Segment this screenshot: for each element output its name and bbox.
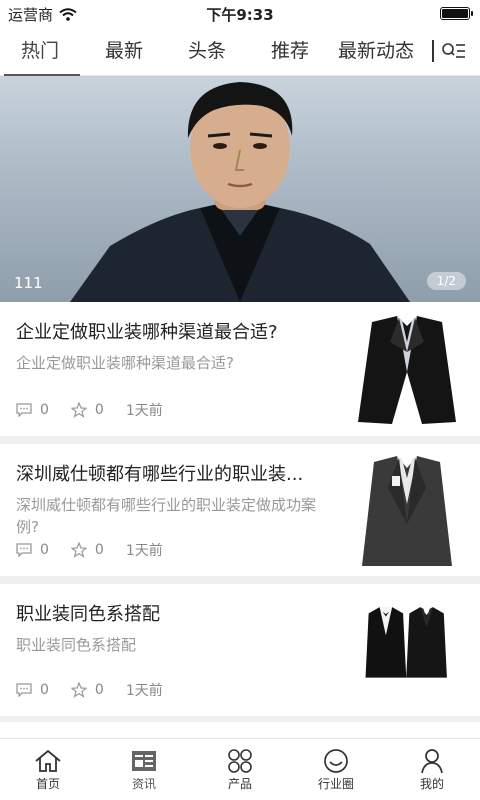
list-divider — [0, 436, 480, 444]
favorite-count: 0 — [70, 402, 104, 418]
list-divider — [0, 716, 480, 722]
article-meta: 0 0 1天前 — [16, 680, 163, 700]
smile-icon — [321, 747, 351, 775]
article-time: 1天前 — [125, 403, 163, 419]
nav-products[interactable]: 产品 — [192, 739, 288, 800]
favorite-count: 0 — [70, 682, 104, 698]
article-title: 企业定做职业装哪种渠道最合适? — [16, 322, 278, 343]
nav-industry-circle[interactable]: 行业圈 — [288, 739, 384, 800]
banner-photo — [70, 82, 410, 302]
article-meta: 0 0 1天前 — [16, 400, 163, 420]
battery-icon — [440, 7, 473, 20]
tab-latest-news[interactable]: 最新动态 — [334, 26, 432, 76]
favorite-count: 0 — [70, 542, 104, 558]
tab-headlines[interactable]: 头条 — [168, 26, 246, 76]
tab-hot[interactable]: 热门 — [0, 26, 80, 77]
article-meta: 0 0 1天前 — [16, 540, 163, 560]
article-time: 1天前 — [125, 683, 163, 699]
article-thumbnail — [362, 456, 452, 566]
nav-news-label: 资讯 — [131, 777, 156, 791]
news-icon — [129, 747, 159, 775]
grid-icon — [225, 747, 255, 775]
comment-icon — [16, 683, 32, 697]
category-tabs: 热门 最新 头条 推荐 最新动态 — [0, 26, 480, 77]
nav-home-label: 首页 — [35, 777, 60, 791]
article-summary: 职业装同色系搭配 — [16, 636, 137, 654]
star-icon — [70, 542, 87, 558]
category-menu-icon[interactable] — [434, 26, 474, 76]
star-icon — [70, 682, 87, 698]
nav-home[interactable]: 首页 — [0, 739, 96, 800]
article-time: 1天前 — [125, 543, 163, 559]
comment-icon — [16, 403, 32, 417]
article-thumbnail — [365, 607, 447, 678]
article-summary: 深圳威仕顿都有哪些行业的职业装定做成功案例? — [16, 496, 317, 536]
bottom-navigation: 首页 资讯 产品 行业圈 我的 — [0, 738, 480, 800]
status-time: 下午9:33 — [206, 6, 274, 24]
banner-caption: 111 — [14, 274, 43, 292]
article-item[interactable]: 深圳威仕顿都有哪些行业的职业装... 深圳威仕顿都有哪些行业的职业装定做成功案例… — [0, 444, 480, 576]
nav-products-label: 产品 — [227, 777, 252, 791]
user-icon — [417, 747, 447, 775]
status-bar: 运营商 下午9:33 — [0, 0, 480, 26]
tab-recommended[interactable]: 推荐 — [246, 26, 334, 76]
nav-me[interactable]: 我的 — [384, 739, 480, 800]
comment-count: 0 — [16, 402, 49, 418]
article-title: 职业装同色系搭配 — [16, 604, 160, 625]
article-title: 深圳威仕顿都有哪些行业的职业装... — [16, 464, 304, 485]
comment-count: 0 — [16, 542, 49, 558]
tab-latest[interactable]: 最新 — [80, 26, 168, 76]
banner-page-indicator: 1/2 — [426, 272, 466, 290]
article-summary: 企业定做职业装哪种渠道最合适? — [16, 354, 234, 372]
nav-me-label: 我的 — [419, 777, 444, 791]
banner-carousel[interactable]: 111 1/2 — [0, 76, 480, 302]
list-divider — [0, 576, 480, 584]
comment-count: 0 — [16, 682, 49, 698]
comment-icon — [16, 543, 32, 557]
home-icon — [33, 747, 63, 775]
nav-industry-label: 行业圈 — [317, 777, 354, 791]
article-thumbnail — [358, 316, 456, 424]
article-item[interactable]: 职业装同色系搭配 职业装同色系搭配 0 0 1天前 — [0, 584, 480, 716]
star-icon — [70, 402, 87, 418]
nav-news[interactable]: 资讯 — [96, 739, 192, 800]
article-item[interactable]: 企业定做职业装哪种渠道最合适? 企业定做职业装哪种渠道最合适? 0 0 1天前 — [0, 302, 480, 436]
